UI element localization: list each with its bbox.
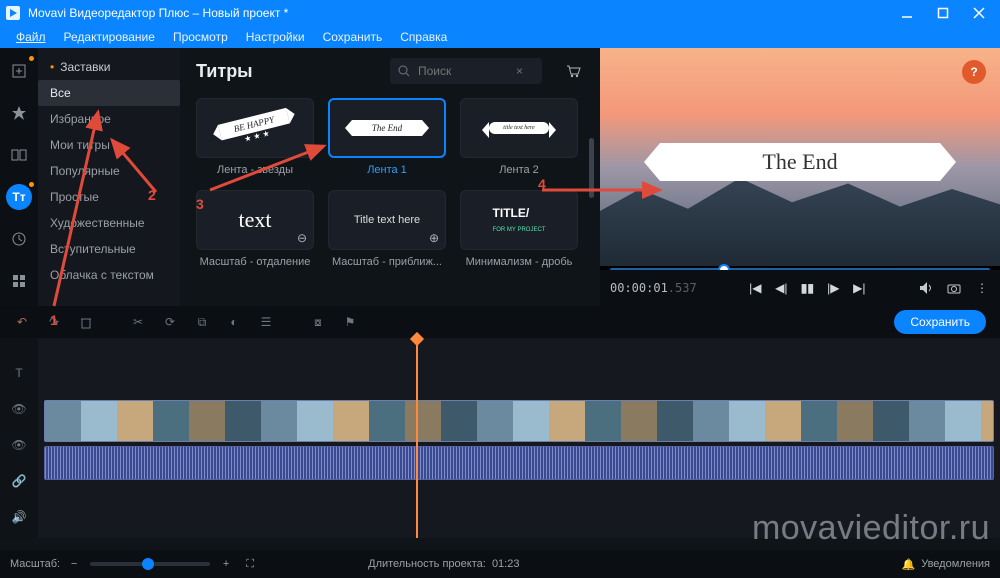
watermark: movavieditor.ru: [752, 509, 990, 548]
sidebar-item-intro[interactable]: Вступительные: [38, 236, 180, 262]
cut-icon[interactable]: ✂: [130, 314, 146, 330]
rail-clock-icon[interactable]: [6, 226, 32, 252]
track-title-icon[interactable]: T: [15, 366, 22, 380]
track-visible-icon[interactable]: 👁: [11, 402, 26, 416]
menu-save[interactable]: Сохранить: [315, 27, 391, 47]
zoom-out-icon: ⊖: [297, 231, 307, 245]
search-box[interactable]: ×: [390, 58, 542, 84]
preview-title-ribbon: The End: [660, 143, 940, 181]
side-rail: Tт: [0, 48, 38, 306]
rail-transition-icon[interactable]: [6, 142, 32, 168]
color-icon[interactable]: ◐: [226, 314, 242, 330]
sidebar-item-simple[interactable]: Простые: [38, 184, 180, 210]
annotation-4: 4: [538, 176, 546, 192]
content-scrollbar[interactable]: [589, 138, 594, 198]
title-bar: Movavi Видеоредактор Плюс – Новый проект…: [0, 0, 1000, 26]
audio-track[interactable]: [44, 446, 994, 480]
menu-help[interactable]: Справка: [392, 27, 455, 47]
rail-effects-icon[interactable]: [6, 100, 32, 126]
menu-view[interactable]: Просмотр: [165, 27, 236, 47]
search-icon: [398, 65, 410, 77]
zoom-label: Масштаб:: [10, 558, 60, 570]
tile-ribbon-2[interactable]: title text here Лента 2: [460, 98, 578, 176]
duration-label: Длительность проекта: 01:23: [368, 558, 519, 570]
save-button[interactable]: Сохранить: [894, 310, 986, 334]
annotation-3: 3: [196, 196, 204, 212]
overlay-icon[interactable]: ⧇: [310, 314, 326, 330]
sidebar-item-bubble[interactable]: Облачка с текстом: [38, 262, 180, 288]
skip-end-icon[interactable]: ▶|: [851, 280, 867, 296]
tile-zoom-out[interactable]: text⊖ Масштаб - отдаление: [196, 190, 314, 268]
step-fwd-icon[interactable]: |▶: [825, 280, 841, 296]
main-area: Tт •Заставки Все Избранное Мои титры Поп…: [0, 48, 1000, 306]
sidebar-item-popular[interactable]: Популярные: [38, 158, 180, 184]
step-back-icon[interactable]: ◀|: [773, 280, 789, 296]
cart-icon[interactable]: [562, 60, 584, 82]
tile-ribbon-stars[interactable]: BE HAPPY★ ★ ★ Лента - звезды: [196, 98, 314, 176]
category-sidebar: •Заставки Все Избранное Мои титры Популя…: [38, 48, 180, 306]
crop-icon[interactable]: ⧉: [194, 314, 210, 330]
skip-start-icon[interactable]: |◀: [747, 280, 763, 296]
rail-add-icon[interactable]: [6, 58, 32, 84]
track-audio-icon[interactable]: 🔊: [12, 510, 27, 524]
search-input[interactable]: [418, 64, 508, 78]
rail-titles-icon[interactable]: Tт: [6, 184, 32, 210]
annotation-2: 2: [148, 187, 156, 203]
content-panel: Титры × BE HAPPY★ ★ ★ Лента - звезды The…: [180, 48, 600, 306]
trash-icon[interactable]: [78, 314, 94, 330]
rail-grid-icon[interactable]: [6, 268, 32, 294]
maximize-button[interactable]: [936, 7, 950, 19]
clear-search-icon[interactable]: ×: [516, 64, 523, 78]
tile-ribbon-1[interactable]: The End Лента 1: [328, 98, 446, 176]
app-icon: [4, 4, 22, 22]
tile-minimal[interactable]: TITLE/FOR MY PROJECT Минимализм - дробь: [460, 190, 578, 268]
preview-panel: The End ? 00:00:01.537 |◀ ◀| ▮▮ |▶ ▶| ⋮: [600, 48, 1000, 306]
annotation-1: 1: [50, 312, 58, 328]
zoom-out-btn[interactable]: −: [66, 556, 82, 572]
tiles-grid: BE HAPPY★ ★ ★ Лента - звезды The End Лен…: [196, 98, 584, 268]
more-icon[interactable]: ⋮: [974, 280, 990, 296]
menu-file[interactable]: Файл: [8, 27, 54, 47]
pause-icon[interactable]: ▮▮: [799, 280, 815, 296]
zoom-in-btn[interactable]: +: [218, 556, 234, 572]
timeline-track-rail: T 👁 👁 🔗 🔊 ♫: [0, 338, 38, 538]
undo-icon[interactable]: ↶: [14, 314, 30, 330]
sidebar-item-all[interactable]: Все: [38, 80, 180, 106]
track-video-icon[interactable]: 👁: [11, 438, 26, 452]
menu-edit[interactable]: Редактирование: [56, 27, 163, 47]
window-title: Movavi Видеоредактор Плюс – Новый проект…: [28, 6, 288, 20]
timeline: T 👁 👁 🔗 🔊 ♫: [0, 338, 1000, 538]
volume-icon[interactable]: [918, 280, 934, 296]
sidebar-header[interactable]: •Заставки: [38, 54, 180, 80]
menu-settings[interactable]: Настройки: [238, 27, 313, 47]
zoom-slider[interactable]: [90, 562, 210, 566]
adjust-icon[interactable]: ☰: [258, 314, 274, 330]
sidebar-item-my[interactable]: Мои титры: [38, 132, 180, 158]
playhead[interactable]: [416, 338, 418, 538]
track-link-icon[interactable]: 🔗: [12, 474, 27, 488]
close-button[interactable]: [972, 7, 986, 19]
rotate-icon[interactable]: ⟳: [162, 314, 178, 330]
zoom-in-icon: ⊕: [429, 231, 439, 245]
notifications-label[interactable]: Уведомления: [921, 558, 990, 570]
marker-icon[interactable]: ⚑: [342, 314, 358, 330]
status-bar: Масштаб: − + ⛶ Длительность проекта: 01:…: [0, 550, 1000, 578]
video-track[interactable]: [44, 400, 994, 442]
content-title: Титры: [196, 61, 253, 82]
bell-icon[interactable]: 🔔: [902, 558, 916, 571]
camera-icon[interactable]: [946, 280, 962, 296]
timecode: 00:00:01.537: [610, 281, 697, 295]
tile-zoom-in[interactable]: Title text here⊕ Масштаб - приближ...: [328, 190, 446, 268]
timeline-toolbar: ↶ ↷ ✂ ⟳ ⧉ ◐ ☰ ⧇ ⚑ Сохранить: [0, 306, 1000, 338]
sidebar-item-art[interactable]: Художественные: [38, 210, 180, 236]
menu-bar: Файл Редактирование Просмотр Настройки С…: [0, 26, 1000, 48]
sidebar-item-fav[interactable]: Избранное: [38, 106, 180, 132]
timeline-body[interactable]: [38, 338, 1000, 538]
title-track[interactable]: [44, 356, 994, 396]
minimize-button[interactable]: [900, 7, 914, 19]
preview-controls-bar: 00:00:01.537 |◀ ◀| ▮▮ |▶ ▶| ⋮: [600, 270, 1000, 306]
zoom-fit-icon[interactable]: ⛶: [242, 556, 258, 572]
help-badge[interactable]: ?: [962, 60, 986, 84]
